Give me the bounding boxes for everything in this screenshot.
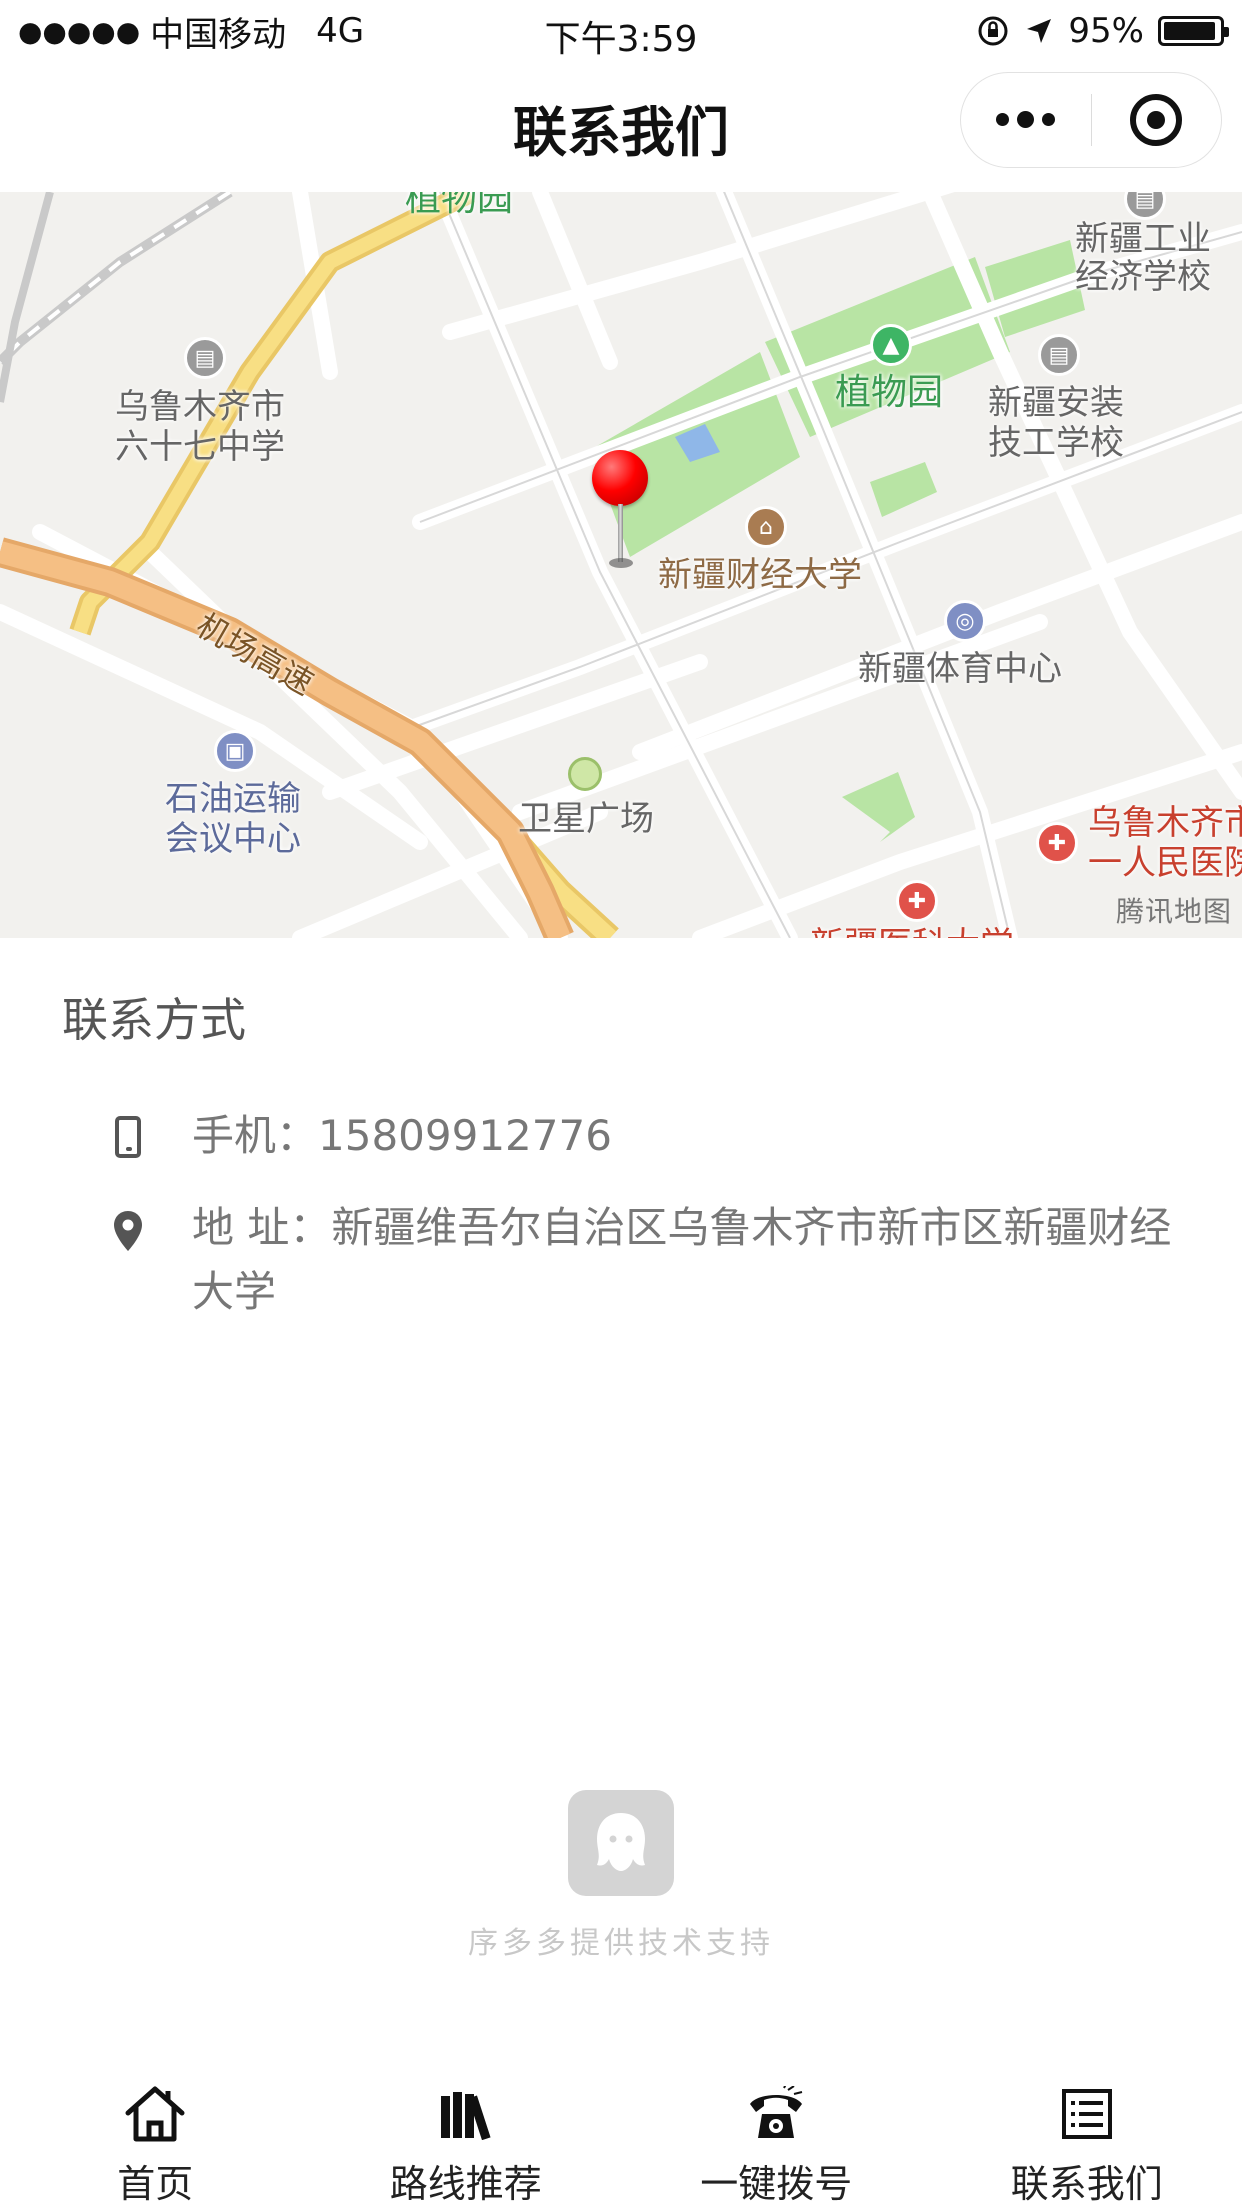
location-pin-icon[interactable]	[592, 450, 650, 570]
battery-icon	[1158, 16, 1229, 46]
map-label-xj-tiyu: 新疆体育中心	[858, 649, 1062, 689]
telephone-icon	[744, 2084, 808, 2143]
octopus-logo-icon	[568, 1790, 674, 1896]
square-icon	[568, 757, 602, 791]
convention-icon: ▣	[214, 730, 256, 772]
map-label-xj-caijing: 新疆财经大学	[658, 555, 862, 595]
tab-label: 联系我们	[1010, 2162, 1163, 2206]
status-bar: ●●●●● 中国移动 4G 下午3:59 95%	[0, 0, 1242, 62]
map-label-xj-yike: 新疆医科大学	[810, 924, 1014, 938]
address-row: 地 址：新疆维吾尔自治区乌鲁木齐市新市区新疆财经大学	[108, 1196, 1192, 1324]
map-label-wlmq67-2: 六十七中学	[115, 427, 285, 467]
phone-text: 手机：15809912776	[192, 1111, 612, 1160]
map-watermark: 腾讯地图	[1115, 895, 1232, 928]
map-label-xj-gongye-1: 新疆工业	[1075, 219, 1211, 259]
tab-routes[interactable]: 路线推荐	[311, 2058, 622, 2208]
map-label-xj-anzhuang-2: 技工学校	[988, 423, 1124, 463]
stadium-icon: ◎	[944, 600, 986, 642]
tab-bar: 首页 路线推荐 一键拨号 联系我们	[0, 2058, 1242, 2208]
books-icon	[434, 2084, 498, 2143]
map-view[interactable]: 植物园 新疆工业 经济学校 ▤ ▲ 植物园 ▤ 新疆安装 技工学校 ▤ 乌鲁木齐…	[0, 192, 1242, 938]
tab-label: 路线推荐	[389, 2162, 542, 2206]
more-menu-button[interactable]	[961, 110, 1091, 128]
map-label-wlmq-hospital-2: 一人民医院	[1088, 843, 1242, 883]
close-miniprogram-button[interactable]	[1092, 94, 1222, 146]
map-label-zhiwuyuan-top: 植物园	[405, 192, 514, 219]
phone-row[interactable]: 手机：15809912776	[108, 1104, 1192, 1168]
tab-call[interactable]: 一键拨号	[621, 2058, 932, 2208]
tab-home[interactable]: 首页	[0, 2058, 311, 2208]
tab-label: 一键拨号	[700, 2162, 853, 2206]
status-bar-right: 95%	[976, 10, 1229, 52]
nav-bar: 联系我们	[0, 62, 1242, 192]
school-icon: ▤	[1038, 334, 1080, 376]
map-label-xj-anzhuang-1: 新疆安装	[988, 383, 1124, 423]
map-label-wlmq-hospital-1: 乌鲁木齐市	[1088, 803, 1242, 843]
list-icon	[1055, 2084, 1119, 2143]
map-label-wlmq67-1: 乌鲁木齐市	[115, 387, 285, 427]
tab-contact[interactable]: 联系我们	[932, 2058, 1242, 2208]
target-icon	[1130, 94, 1183, 146]
tech-support-branding: 序多多提供技术支持	[0, 1790, 1242, 1962]
address-text: 地 址：新疆维吾尔自治区乌鲁木齐市新市区新疆财经大学	[192, 1203, 1172, 1316]
map-label-zhiwuyuan: 植物园	[835, 372, 944, 413]
hospital-icon: ✚	[1036, 822, 1078, 864]
park-icon: ▲	[870, 324, 912, 366]
tab-label: 首页	[117, 2162, 194, 2206]
university-icon: ⌂	[745, 506, 787, 548]
contact-section-title: 联系方式	[62, 993, 246, 1047]
hospital-icon: ✚	[896, 880, 938, 922]
school-icon: ▤	[184, 337, 226, 379]
mobile-phone-icon	[115, 1116, 141, 1158]
battery-percent: 95%	[1068, 11, 1144, 51]
map-label-shiyou-1: 石油运输	[165, 779, 301, 819]
map-label-xj-gongye-2: 经济学校	[1075, 257, 1211, 297]
more-dot-icon	[996, 112, 1010, 126]
home-icon	[123, 2084, 187, 2143]
location-marker-icon	[114, 1211, 142, 1251]
rotation-lock-icon	[978, 16, 1008, 46]
map-label-shiyou-2: 会议中心	[165, 819, 301, 859]
more-dot-icon	[1042, 112, 1056, 126]
miniprogram-capsule	[960, 72, 1222, 168]
location-arrow-icon	[1027, 19, 1052, 43]
tech-support-text: 序多多提供技术支持	[468, 1926, 774, 1961]
more-dot-icon	[1017, 110, 1035, 128]
map-label-weixing: 卫星广场	[518, 799, 654, 839]
